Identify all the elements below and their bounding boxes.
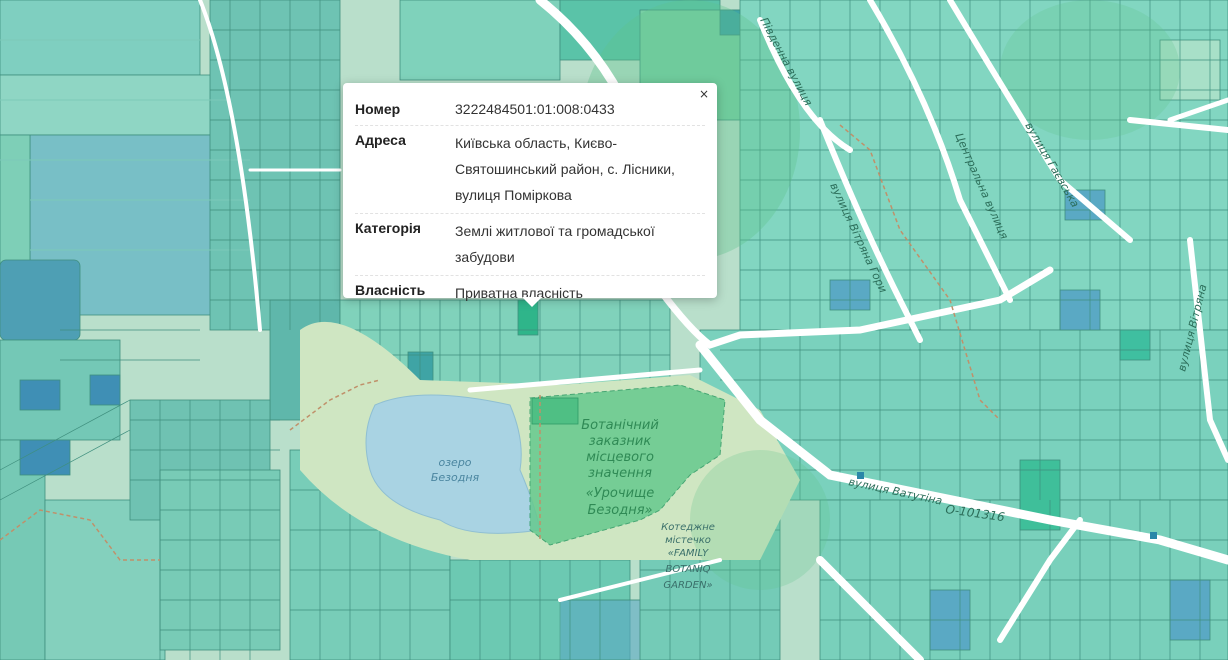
reserve-label: Безодня» [587, 503, 652, 518]
parcel-info-popup: × Номер 3222484501:01:008:0433 Адреса Ки… [343, 83, 717, 301]
lake-label: Безодня [431, 471, 480, 484]
reserve-label: заказник [589, 434, 652, 449]
popup-key: Адреса [355, 132, 406, 148]
close-icon[interactable]: × [699, 87, 709, 101]
popup-row-category: Категорія Землі житлової та громадської … [355, 214, 705, 276]
popup-key: Категорія [355, 220, 421, 236]
cottage-label: GARDEN» [663, 580, 712, 591]
bus-stop-icon[interactable] [1150, 532, 1157, 539]
reserve-label: місцевого [586, 450, 654, 465]
parcel[interactable] [0, 259, 81, 341]
popup-value: Приватна власність [455, 285, 583, 301]
parcel[interactable] [19, 379, 61, 411]
parcel[interactable] [531, 397, 579, 425]
cottage-label: BOTANIQ [665, 564, 710, 575]
popup-value: 3222484501:01:008:0433 [455, 101, 615, 117]
popup-pointer [522, 297, 542, 307]
parcel[interactable] [0, 0, 201, 76]
parcel[interactable] [0, 74, 231, 136]
parcel[interactable] [1169, 579, 1211, 641]
popup-key: Власність [355, 282, 426, 298]
lake-label: озеро [438, 456, 471, 469]
parcel[interactable] [209, 0, 341, 331]
parcel[interactable] [0, 134, 31, 266]
forest-overlay [690, 450, 830, 590]
cottage-label: містечко [665, 534, 711, 546]
forest-overlay [1000, 0, 1180, 140]
reserve-label: Ботанічний [581, 418, 659, 433]
popup-key: Номер [355, 101, 401, 117]
bus-stop-icon[interactable] [857, 472, 864, 479]
cottage-label: «FAMILY [668, 548, 709, 559]
parcel[interactable] [1059, 289, 1101, 331]
parcel[interactable] [44, 499, 166, 660]
popup-value: Київська область, Києво-Святошинський ра… [455, 135, 675, 203]
reserve-label: значення [588, 466, 652, 481]
parcel[interactable] [19, 439, 71, 476]
popup-row-address: Адреса Київська область, Києво-Святошинс… [355, 126, 705, 214]
reserve-label: «Урочище [586, 486, 655, 501]
popup-value: Землі житлової та громадської забудови [455, 223, 655, 265]
parcel[interactable] [89, 374, 121, 406]
parcel[interactable] [399, 0, 561, 81]
parcel[interactable] [1119, 329, 1151, 361]
cottage-label: Котеджне [661, 522, 715, 533]
popup-row-number: Номер 3222484501:01:008:0433 [355, 95, 705, 126]
